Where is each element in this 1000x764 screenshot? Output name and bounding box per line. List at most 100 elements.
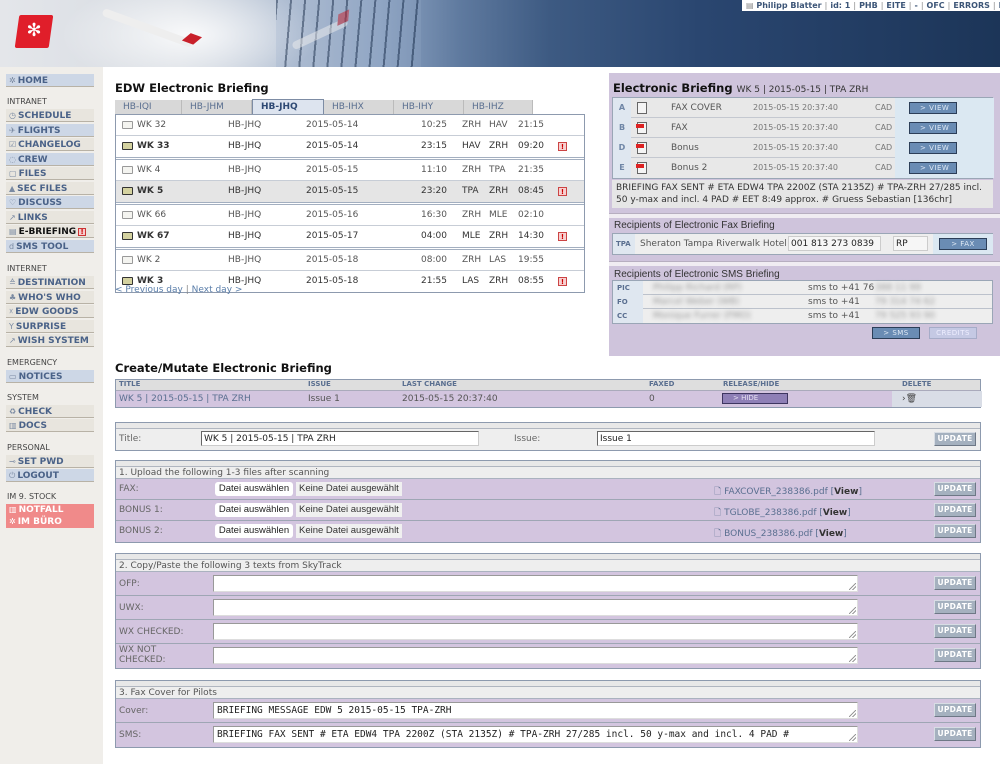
- sidebar-item-whos-who[interactable]: ♣ WHO'S WHO: [6, 291, 94, 304]
- update-button[interactable]: UPDATE: [934, 624, 976, 638]
- update-button[interactable]: UPDATE: [934, 727, 976, 741]
- skytrack-textarea[interactable]: [213, 647, 858, 664]
- sidebar-item-home[interactable]: ✲ HOME: [6, 74, 94, 87]
- table-row[interactable]: WK 66 HB-JHQ 2015-05-16 16:30 ZRH MLE 02:10: [116, 205, 584, 226]
- skytrack-textarea[interactable]: [213, 599, 858, 616]
- sidebar-item-surprise[interactable]: Y SURPRISE: [6, 320, 94, 333]
- flight-number[interactable]: WK 66: [137, 205, 166, 226]
- skytrack-textarea[interactable]: [213, 575, 858, 592]
- fax-initials-field[interactable]: RP: [893, 236, 928, 251]
- sidebar-item-discuss[interactable]: ♡ DISCUSS: [6, 196, 94, 209]
- view-link-label[interactable]: View: [823, 508, 847, 518]
- briefing-alert-icon[interactable]: !: [558, 277, 567, 286]
- credits-button[interactable]: CREDITS: [929, 327, 977, 339]
- send-sms-button[interactable]: > SMS: [872, 327, 920, 339]
- flight-number[interactable]: WK 5: [137, 181, 163, 202]
- view-button[interactable]: > VIEW: [909, 122, 957, 134]
- sidebar-item-schedule[interactable]: ◷ SCHEDULE: [6, 109, 94, 122]
- file-link[interactable]: BONUS_238386.pdf: [724, 529, 812, 539]
- tab-hb-ihy[interactable]: HB-IHY: [394, 100, 464, 114]
- view-link[interactable]: [View]: [817, 508, 850, 518]
- update-button[interactable]: UPDATE: [934, 703, 976, 717]
- flight-number[interactable]: WK 4: [137, 160, 160, 181]
- sidebar-item-edw-goods[interactable]: ☓ EDW GOODS: [6, 305, 94, 318]
- choose-file-button[interactable]: Datei auswählen: [215, 482, 293, 496]
- sidebar-item-set-pwd[interactable]: ⊸ SET PWD: [6, 455, 94, 468]
- row-title[interactable]: WK 5 | 2015-05-15 | TPA ZRH: [119, 391, 251, 407]
- link-dash[interactable]: -: [915, 1, 918, 10]
- briefing-alert-icon[interactable]: !: [558, 232, 567, 241]
- view-button[interactable]: > VIEW: [909, 162, 957, 174]
- sidebar-item-check[interactable]: ♻ CHECK: [6, 405, 94, 418]
- sidebar-item-changelog[interactable]: ☑ CHANGELOG: [6, 138, 94, 151]
- choose-file-button[interactable]: Datei auswählen: [215, 524, 293, 538]
- flight-number[interactable]: WK 33: [137, 136, 170, 157]
- view-link[interactable]: [View]: [813, 529, 846, 539]
- tab-hb-ihz[interactable]: HB-IHZ: [464, 100, 533, 114]
- edelweiss-logo[interactable]: ✻: [14, 15, 54, 48]
- view-link[interactable]: [View]: [828, 487, 862, 497]
- tab-hb-iqi[interactable]: HB-IQI: [115, 100, 182, 114]
- sidebar-item-wish-system[interactable]: ↗ WISH SYSTEM: [6, 334, 94, 347]
- resize-grip-icon[interactable]: [849, 710, 856, 717]
- resize-grip-icon[interactable]: [849, 607, 856, 614]
- update-button[interactable]: UPDATE: [934, 600, 976, 614]
- sidebar-item-logout[interactable]: ⏻ LOGOUT: [6, 469, 94, 482]
- file-link[interactable]: FAXCOVER_238386.pdf: [724, 487, 828, 497]
- sidebar-item-crew[interactable]: ◌ CREW: [6, 153, 94, 166]
- resize-grip-icon[interactable]: [849, 631, 856, 638]
- issue-input[interactable]: Issue 1: [597, 431, 875, 446]
- update-button[interactable]: UPDATE: [934, 648, 976, 662]
- update-button[interactable]: UPDATE: [934, 482, 976, 496]
- sidebar-item-links[interactable]: ↗ LINKS: [6, 211, 94, 224]
- link-errors[interactable]: ERRORS: [953, 1, 990, 10]
- fax-number-field[interactable]: 001 813 273 0839: [788, 236, 881, 251]
- table-row[interactable]: WK 2 HB-JHQ 2015-05-18 08:00 ZRH LAS 19:55: [116, 250, 584, 271]
- tab-hb-jhq[interactable]: HB-JHQ: [252, 99, 324, 115]
- table-row[interactable]: WK 5 HB-JHQ 2015-05-15 23:20 TPA ZRH 08:45!: [116, 181, 584, 202]
- sidebar-item-flights[interactable]: ✈ FLIGHTS: [6, 124, 94, 137]
- table-row[interactable]: WK 4 HB-JHQ 2015-05-15 11:10 ZRH TPA 21:35: [116, 160, 584, 181]
- choose-file-button[interactable]: Datei auswählen: [215, 503, 293, 517]
- table-row[interactable]: WK 32 HB-JHQ 2015-05-14 10:25 ZRH HAV 21:15: [116, 115, 584, 136]
- resize-grip-icon[interactable]: [849, 583, 856, 590]
- update-button[interactable]: UPDATE: [934, 503, 976, 517]
- resize-grip-icon[interactable]: [849, 734, 856, 741]
- link-ofc[interactable]: OFC: [927, 1, 945, 10]
- briefing-alert-icon[interactable]: !: [558, 187, 567, 196]
- sidebar-item-notfall[interactable]: ▥ NOTFALL ✲ IM BÜRO: [6, 504, 94, 528]
- flight-number[interactable]: WK 67: [137, 226, 170, 247]
- fax-button[interactable]: > FAX: [939, 238, 987, 250]
- sidebar-item-destination[interactable]: ≙ DESTINATION: [6, 276, 94, 289]
- sidebar-item-notices[interactable]: ▭ NOTICES: [6, 370, 94, 383]
- sidebar-item-sms-tool[interactable]: d SMS TOOL: [6, 240, 94, 253]
- tab-hb-jhm[interactable]: HB-JHM: [182, 100, 252, 114]
- title-input[interactable]: WK 5 | 2015-05-15 | TPA ZRH: [201, 431, 479, 446]
- table-row[interactable]: WK 67 HB-JHQ 2015-05-17 04:00 MLE ZRH 14:30!: [116, 226, 584, 247]
- view-link-label[interactable]: View: [834, 487, 858, 497]
- view-button[interactable]: > VIEW: [909, 102, 957, 114]
- sidebar-item-files[interactable]: ▢ FILES: [6, 167, 94, 180]
- update-title-button[interactable]: UPDATE: [934, 432, 976, 446]
- skytrack-textarea[interactable]: [213, 623, 858, 640]
- user-name[interactable]: Philipp Blatter: [756, 1, 821, 10]
- tab-hb-ihx[interactable]: HB-IHX: [324, 100, 394, 114]
- table-row[interactable]: WK 5 | 2015-05-15 | TPA ZRH Issue 1 2015…: [116, 391, 982, 407]
- sidebar-item-e-briefing[interactable]: ▤ E-BRIEFING!: [6, 225, 94, 238]
- view-button[interactable]: > VIEW: [909, 142, 957, 154]
- table-row[interactable]: WK 33 HB-JHQ 2015-05-14 23:15 HAV ZRH 09:20!: [116, 136, 584, 157]
- faxcover-textarea[interactable]: BRIEFING FAX SENT # ETA EDW4 TPA 2200Z (…: [213, 726, 858, 743]
- sidebar-item-docs[interactable]: ▥ DOCS: [6, 419, 94, 432]
- view-link-label[interactable]: View: [819, 529, 843, 539]
- link-phb[interactable]: PHB: [859, 1, 878, 10]
- file-link[interactable]: TGLOBE_238386.pdf: [724, 508, 816, 518]
- flight-number[interactable]: WK 32: [137, 115, 166, 136]
- hide-button[interactable]: > HIDE: [722, 393, 788, 404]
- briefing-alert-icon[interactable]: !: [558, 142, 567, 151]
- previous-day-link[interactable]: < Previous day: [115, 285, 183, 295]
- resize-grip-icon[interactable]: [849, 655, 856, 662]
- next-day-link[interactable]: Next day >: [192, 285, 243, 295]
- sidebar-item-sec-files[interactable]: ▲ SEC FILES: [6, 182, 94, 195]
- update-button[interactable]: UPDATE: [934, 576, 976, 590]
- link-eite[interactable]: EITE: [886, 1, 905, 10]
